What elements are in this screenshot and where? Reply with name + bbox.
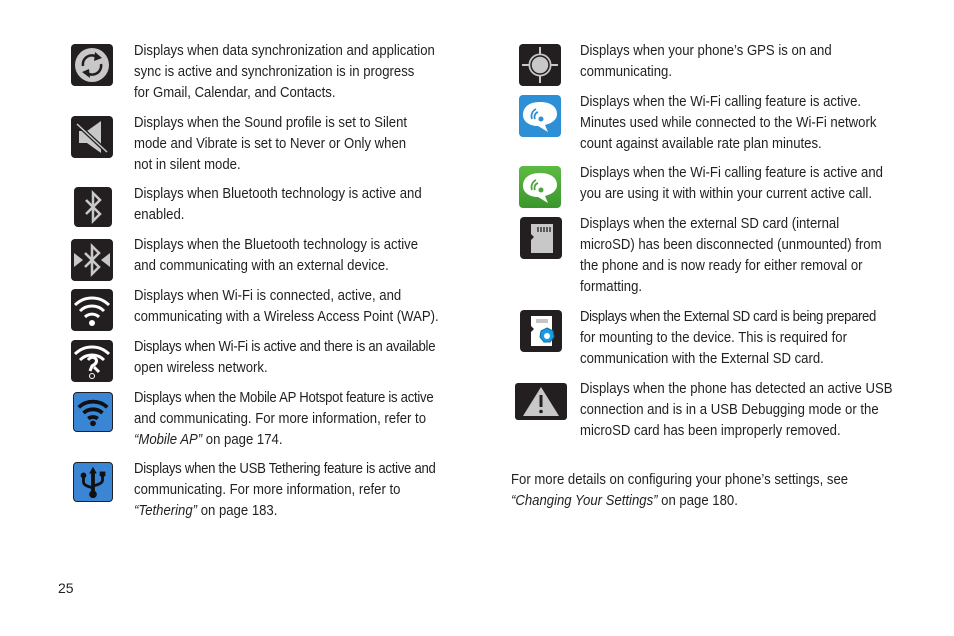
description-line: and communicating with an external devic… [134, 258, 389, 274]
description-line: Displays when the Mobile AP Hotspot feat… [134, 390, 434, 406]
description-line: Displays when the external SD card (inte… [580, 216, 840, 232]
description-line: Minutes used while connected to the Wi-F… [580, 115, 877, 131]
wifi-calling-icon [519, 95, 561, 137]
description-line: microSD card has been improperly removed… [580, 423, 841, 439]
description-line: connection and is in a USB Debugging mod… [580, 402, 879, 418]
description-line: for Gmail, Calendar, and Contacts. [134, 85, 336, 101]
description-line: Displays when Wi-Fi is active and there … [134, 339, 436, 355]
entry-description: Displays when the USB Tethering feature … [134, 459, 436, 522]
wifi-calling-active-call-icon [519, 166, 561, 208]
description-line: mode and Vibrate is set to Never or Only… [134, 136, 407, 152]
note-text: For more details on configuring your pho… [511, 472, 849, 488]
entry-description: Displays when the Wi-Fi calling feature … [580, 92, 876, 155]
description-line: the phone and is now ready for either re… [580, 258, 863, 274]
description-line: Displays when the Bluetooth technology i… [134, 237, 419, 253]
description-line: Displays when Bluetooth technology is ac… [134, 186, 422, 202]
description-line: sync is active and synchronization is in… [134, 64, 415, 80]
sd-card-unmounted-icon [520, 217, 562, 259]
tethering-link[interactable]: “Tethering” [134, 503, 197, 519]
sd-card-preparing-icon [520, 310, 562, 352]
entry-description: Displays when your phone’s GPS is on and… [580, 41, 832, 83]
entry-description: Displays when the phone has detected an … [580, 379, 893, 442]
silent-mode-icon [71, 116, 113, 158]
description-line: communicating. [580, 64, 672, 80]
entry-description: Displays when Wi-Fi is active and there … [134, 337, 436, 379]
usb-tethering-icon [73, 462, 113, 502]
entry-description: Displays when the External SD card is be… [580, 307, 876, 370]
mobile-ap-link[interactable]: “Mobile AP” [134, 432, 202, 448]
description-line: communicating. For more information, ref… [134, 482, 401, 498]
description-line: Displays when data synchronization and a… [134, 43, 435, 59]
description-line: enabled. [134, 207, 185, 223]
sync-icon [71, 44, 113, 86]
description-line: and communicating. For more information,… [134, 411, 427, 427]
settings-reference-note: For more details on configuring your pho… [511, 470, 848, 512]
description-line: you are using it with within your curren… [580, 186, 873, 202]
entry-description: Displays when data synchronization and a… [134, 41, 435, 104]
description-line: communication with the External SD card. [580, 351, 824, 367]
description-line: Displays when your phone’s GPS is on and [580, 43, 832, 59]
warning-icon [515, 383, 567, 420]
entry-description: Displays when the external SD card (inte… [580, 214, 882, 298]
bluetooth-connected-icon [71, 239, 113, 281]
description-line: communicating with a Wireless Access Poi… [134, 309, 439, 325]
page-number: 25 [58, 580, 74, 596]
entry-description: Displays when Bluetooth technology is ac… [134, 184, 422, 226]
description-line: Displays when the Sound profile is set t… [134, 115, 408, 131]
entry-description: Displays when the Mobile AP Hotspot feat… [134, 388, 434, 451]
description-line: Displays when the USB Tethering feature … [134, 461, 436, 477]
description-line: Displays when the phone has detected an … [580, 381, 893, 397]
wifi-open-network-icon [71, 340, 113, 382]
bluetooth-icon [74, 187, 112, 227]
entry-description: Displays when the Sound profile is set t… [134, 113, 407, 176]
description-line: microSD) has been disconnected (unmounte… [580, 237, 882, 253]
mobile-ap-hotspot-icon [73, 392, 113, 432]
page-reference: on page 174. [202, 432, 283, 448]
description-line: count against available rate plan minute… [580, 136, 822, 152]
changing-settings-link[interactable]: “Changing Your Settings” [511, 493, 658, 509]
description-line: Displays when Wi-Fi is connected, active… [134, 288, 402, 304]
description-line: Displays when the Wi-Fi calling feature … [580, 165, 883, 181]
page-reference: on page 183. [197, 503, 278, 519]
description-line: “Mobile AP” on page 174. [134, 430, 433, 451]
description-line: Displays when the Wi-Fi calling feature … [580, 94, 862, 110]
description-line: Displays when the External SD card is be… [580, 309, 876, 325]
description-line: for mounting to the device. This is requ… [580, 330, 847, 346]
entry-description: Displays when the Bluetooth technology i… [134, 235, 418, 277]
entry-description: Displays when the Wi-Fi calling feature … [580, 163, 883, 205]
description-line: “Tethering” on page 183. [134, 501, 436, 522]
entry-description: Displays when Wi-Fi is connected, active… [134, 286, 439, 328]
description-line: formatting. [580, 279, 643, 295]
description-line: open wireless network. [134, 360, 268, 376]
gps-icon [519, 44, 561, 86]
page-reference: on page 180. [657, 493, 738, 509]
wifi-connected-icon [71, 289, 113, 331]
description-line: not in silent mode. [134, 157, 241, 173]
